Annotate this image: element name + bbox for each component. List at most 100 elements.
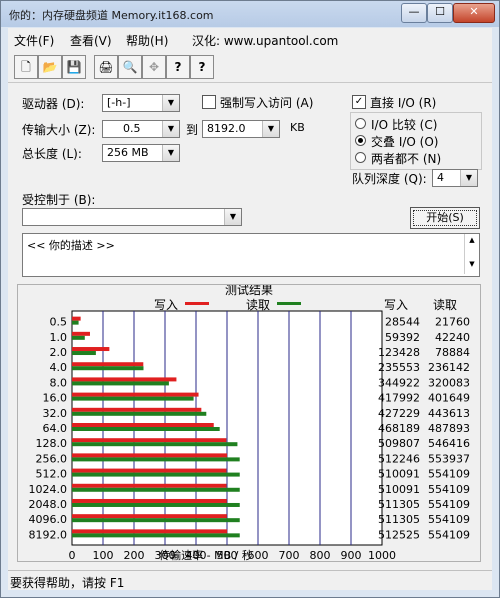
force-write-checkbox[interactable] (202, 95, 216, 109)
read-bar (72, 366, 144, 371)
save-icon[interactable]: 💾 (62, 55, 86, 79)
write-value: 510091 (378, 468, 420, 481)
write-bar (72, 483, 227, 488)
block-size-label: 16.0 (43, 392, 68, 405)
menu-help[interactable]: 帮助(H) (126, 32, 168, 49)
menu-file[interactable]: 文件(F) (14, 32, 54, 49)
read-value: 443613 (428, 407, 470, 420)
write-value: 512525 (378, 528, 420, 541)
help-icon[interactable]: ? (166, 55, 190, 79)
transfer-to-value: 8192.0 (207, 122, 246, 135)
write-bar (72, 498, 227, 503)
write-bar (72, 316, 81, 321)
read-value: 554109 (428, 468, 470, 481)
open-icon[interactable]: 📂 (38, 55, 62, 79)
read-bar (72, 533, 240, 538)
read-bar (72, 411, 207, 416)
chevron-down-icon: ▼ (162, 121, 179, 137)
description-box[interactable]: << 你的描述 >> ▲ ▼ (22, 233, 480, 277)
read-bar (72, 502, 240, 507)
read-value: 554109 (428, 483, 470, 496)
transfer-to-select[interactable]: 8192.0 ▼ (202, 120, 280, 138)
scroll-down-icon[interactable]: ▼ (465, 260, 479, 268)
menu-localization: 汉化: www.upantool.com (192, 34, 339, 48)
maximize-button[interactable]: ☐ (427, 3, 453, 23)
read-legend-label: 读取 (246, 298, 270, 312)
read-bar (72, 381, 169, 386)
chevron-down-icon: ▼ (224, 209, 241, 225)
write-bar (72, 377, 177, 382)
drive-select[interactable]: [-h-] ▼ (102, 94, 180, 112)
window-title: 你的：内存硬盘频道 Memory.it168.com (9, 9, 214, 22)
x-tick-label: 0 (69, 549, 76, 561)
read-value: 553937 (428, 452, 470, 465)
block-size-label: 128.0 (36, 437, 68, 450)
controlled-by-select[interactable]: ▼ (22, 208, 242, 226)
read-bar (72, 320, 79, 325)
chevron-down-icon: ▼ (262, 121, 279, 137)
write-value: 28544 (385, 316, 420, 329)
x-tick-label: 1000 (368, 549, 396, 561)
write-bar (72, 392, 199, 397)
new-icon[interactable]: 🗋 (14, 55, 38, 79)
status-bar: 要获得帮助，请按 F1 (8, 570, 492, 591)
write-value: 468189 (378, 422, 420, 435)
drive-label: 驱动器 (D): (22, 97, 85, 111)
write-bar (72, 407, 202, 412)
read-value: 320083 (428, 376, 470, 389)
results-group: 测试结果 写入 读取 写入 读取 0.5 28544 21760 1.0 59392 42… (17, 282, 481, 562)
write-value: 344922 (378, 376, 420, 389)
overlapped-io-radio[interactable] (355, 135, 366, 146)
print-preview-icon[interactable]: 🔍 (118, 55, 142, 79)
close-button[interactable]: ✕ (453, 3, 495, 23)
total-length-select[interactable]: 256 MB ▼ (102, 144, 180, 162)
write-value: 59392 (385, 331, 420, 344)
neither-radio[interactable] (355, 152, 366, 163)
write-value: 417992 (378, 392, 420, 405)
menu-bar: 文件(F) 查看(V) 帮助(H) 汉化: www.upantool.com (8, 28, 492, 50)
description-scrollbar[interactable]: ▲ ▼ (464, 234, 479, 274)
scroll-up-icon[interactable]: ▲ (465, 236, 479, 244)
context-help-icon[interactable]: ? (190, 55, 214, 79)
read-value: 554109 (428, 498, 470, 511)
read-value: 236142 (428, 361, 470, 374)
to-label: 到 (186, 123, 199, 137)
controlled-by-label: 受控制于 (B): (22, 193, 96, 207)
transfer-from-select[interactable]: 0.5 ▼ (102, 120, 180, 138)
transfer-from-value: 0.5 (123, 122, 141, 135)
read-bar (72, 487, 240, 492)
block-size-label: 32.0 (43, 407, 68, 420)
direct-io-checkbox[interactable]: ✓ (352, 95, 366, 109)
kb-label: KB (290, 121, 305, 134)
read-bar (72, 457, 240, 462)
queue-depth-select[interactable]: 4 ▼ (432, 169, 478, 187)
x-tick-label: 700 (279, 549, 300, 561)
total-length-label: 总长度 (L): (22, 147, 82, 161)
menu-view[interactable]: 查看(V) (70, 32, 112, 49)
force-write-label: 强制写入访问 (A) (220, 96, 314, 110)
read-bar (72, 442, 238, 447)
block-size-label: 2048.0 (29, 498, 68, 511)
read-legend-swatch (277, 302, 301, 305)
io-mode-group: I/O 比较 (C) 交叠 I/O (O) 两者都不 (N) (350, 112, 482, 170)
print-icon[interactable]: 🖨 (94, 55, 118, 79)
write-value: 509807 (378, 437, 420, 450)
block-size-label: 64.0 (43, 422, 68, 435)
read-bar (72, 335, 85, 340)
status-text: 要获得帮助，请按 F1 (10, 576, 125, 590)
title-bar[interactable]: 你的：内存硬盘频道 Memory.it168.com — ☐ ✕ (1, 1, 499, 27)
block-size-label: 256.0 (36, 452, 68, 465)
io-compare-radio[interactable] (355, 118, 366, 129)
block-size-label: 512.0 (36, 468, 68, 481)
read-value: 554109 (428, 513, 470, 526)
block-size-label: 1.0 (50, 331, 68, 344)
write-value: 123428 (378, 346, 420, 359)
read-bar (72, 427, 220, 431)
queue-depth-label: 队列深度 (Q): (352, 172, 427, 186)
read-bar (72, 518, 240, 523)
read-value: 42240 (435, 331, 470, 344)
move-icon[interactable]: ✥ (142, 55, 166, 79)
start-button[interactable]: 开始(S) (410, 207, 480, 229)
minimize-button[interactable]: — (401, 3, 427, 23)
write-value: 511305 (378, 498, 420, 511)
